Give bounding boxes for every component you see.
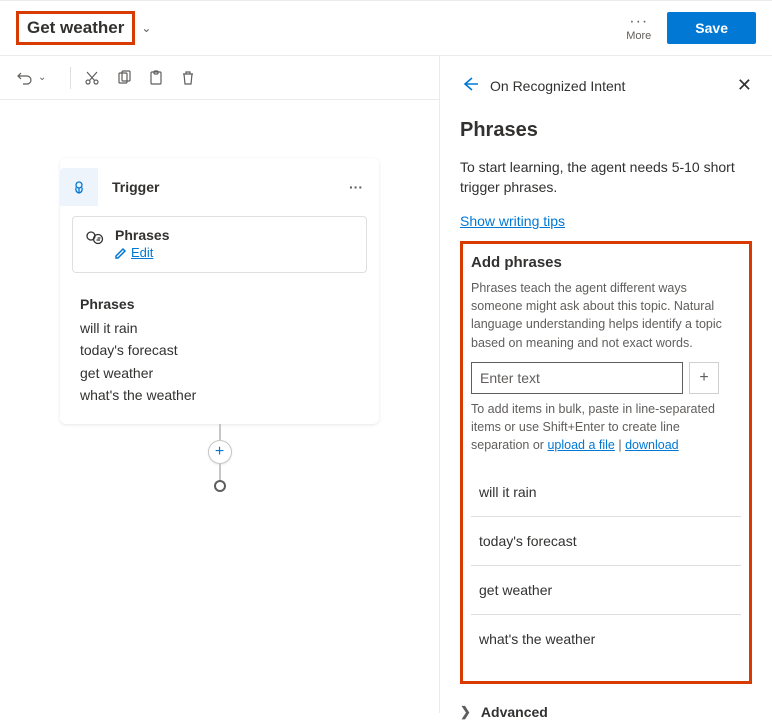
delete-button[interactable] — [179, 69, 197, 87]
phrases-card-title: Phrases — [115, 227, 169, 243]
phrase-preview: will it rain — [80, 317, 359, 339]
phrase-list-item[interactable]: what's the weather — [471, 615, 741, 663]
panel-breadcrumb: On Recognized Intent — [490, 78, 625, 94]
add-phrases-section: Add phrases Phrases teach the agent diff… — [460, 241, 752, 684]
flow-end-marker — [214, 480, 226, 492]
topic-dropdown-chevron[interactable]: ⌄ — [141, 21, 151, 35]
chevron-right-icon: ❯ — [460, 704, 471, 720]
undo-dropdown[interactable]: ⌄ — [38, 72, 46, 83]
more-label: More — [626, 30, 651, 42]
undo-button[interactable] — [16, 69, 34, 87]
add-phrases-heading: Add phrases — [471, 254, 741, 271]
panel-description: To start learning, the agent needs 5-10 … — [460, 158, 750, 197]
back-button[interactable] — [460, 74, 480, 97]
phrases-preview-list: Phrases will it rain today's forecast ge… — [60, 287, 379, 425]
trigger-node[interactable]: Trigger ··· Phrases Edit — [60, 158, 379, 424]
writing-tips-link[interactable]: Show writing tips — [460, 213, 565, 229]
add-phrase-button[interactable]: + — [689, 362, 719, 394]
edit-phrases-link[interactable]: Edit — [115, 245, 153, 260]
canvas-toolbar: ⌄ — [0, 56, 439, 100]
bulk-upload-hint: To add items in bulk, paste in line-sepa… — [471, 400, 741, 454]
trigger-icon — [60, 168, 98, 206]
phrases-card[interactable]: Phrases Edit — [72, 216, 367, 273]
upload-file-link[interactable]: upload a file — [547, 438, 614, 452]
phrase-preview: what's the weather — [80, 384, 359, 406]
close-panel-button[interactable]: ✕ — [737, 75, 752, 96]
phrase-list-item[interactable]: will it rain — [471, 468, 741, 517]
topic-title[interactable]: Get weather — [16, 11, 135, 45]
copy-button[interactable] — [115, 69, 133, 87]
trigger-more-menu[interactable]: ··· — [343, 179, 369, 195]
add-phrases-description: Phrases teach the agent different ways s… — [471, 279, 741, 352]
phrase-preview: today's forecast — [80, 339, 359, 361]
panel-heading: Phrases — [460, 119, 752, 142]
more-icon: ··· — [626, 14, 651, 30]
download-link[interactable]: download — [625, 438, 679, 452]
cut-button[interactable] — [83, 69, 101, 87]
phrase-input[interactable] — [471, 362, 683, 394]
save-button[interactable]: Save — [667, 12, 756, 44]
paste-button[interactable] — [147, 69, 165, 87]
phrase-list-item[interactable]: today's forecast — [471, 517, 741, 566]
phrases-icon — [85, 229, 105, 249]
phrase-list-item[interactable]: get weather — [471, 566, 741, 615]
advanced-section-toggle[interactable]: ❯ Advanced — [460, 704, 752, 720]
add-node-button[interactable]: + — [208, 440, 232, 464]
trigger-title: Trigger — [112, 179, 335, 195]
more-menu[interactable]: ··· More — [626, 14, 651, 42]
phrase-preview: get weather — [80, 362, 359, 384]
